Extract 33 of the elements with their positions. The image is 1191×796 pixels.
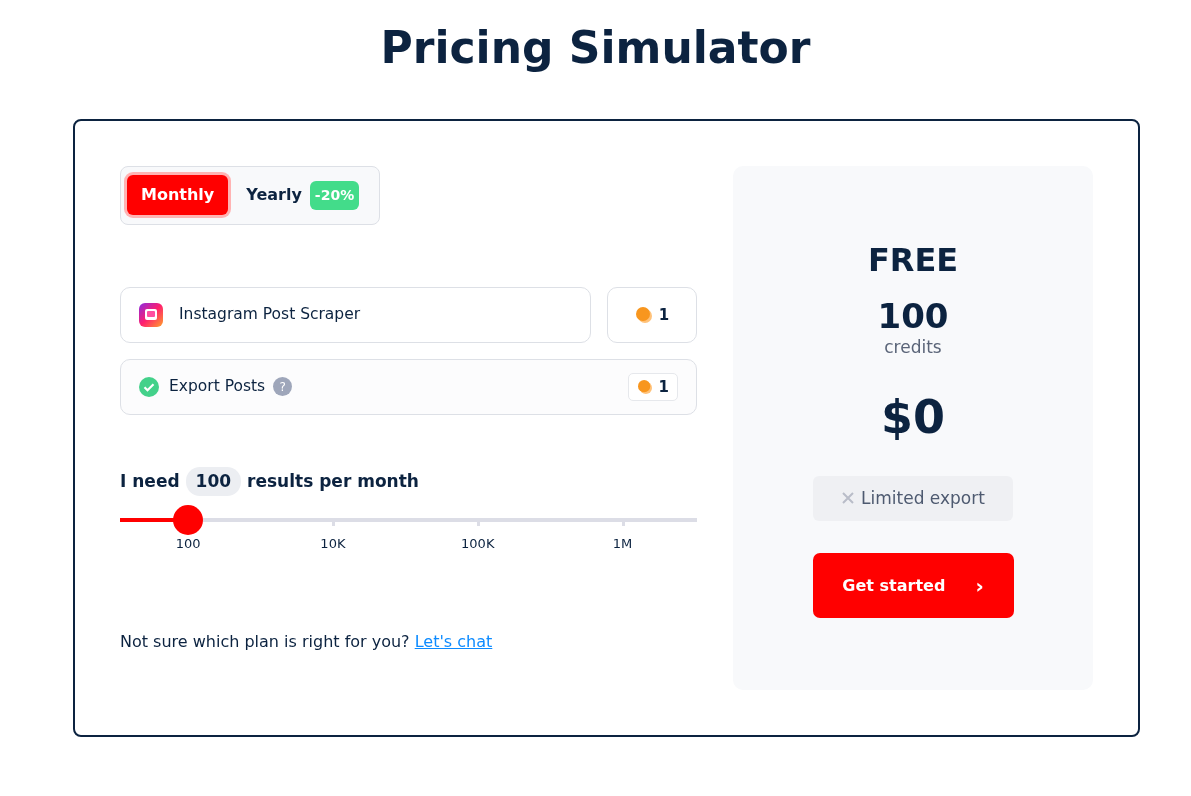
discount-badge: -20% <box>309 180 360 210</box>
help-text: Not sure which plan is right for you? Let's chat <box>120 631 493 651</box>
feature-row[interactable]: Export Posts ? 1 <box>120 358 697 415</box>
close-icon <box>841 491 856 506</box>
plan-price: $0 <box>881 388 945 446</box>
plan-credits: 100 <box>877 297 949 336</box>
coin-icon <box>634 306 653 323</box>
actor-field[interactable]: Instagram Post Scraper <box>120 286 591 343</box>
check-icon[interactable] <box>139 376 159 397</box>
tick-label: 100K <box>461 535 495 554</box>
billing-tab[interactable]: Yearly -20% <box>232 172 374 218</box>
feature-label: Export Posts <box>169 376 266 398</box>
cost-value: 1 <box>658 304 670 326</box>
chevron-icon: › <box>975 570 984 601</box>
volume-label: results per month <box>247 469 419 493</box>
limit-badge: Limited export <box>813 475 1013 522</box>
volume-label: I need <box>120 469 180 493</box>
feature-cost: 1 <box>627 372 678 402</box>
actor-name: Instagram Post Scraper <box>179 304 361 326</box>
chat-link[interactable]: Let's chat <box>414 631 493 651</box>
volume-value[interactable]: 100 <box>185 466 242 497</box>
slider-thumb[interactable] <box>173 505 204 536</box>
billing-tab[interactable]: Monthly <box>127 175 229 216</box>
coin-icon <box>636 379 653 394</box>
tick-label: 10K <box>320 535 346 554</box>
instagram-icon <box>139 302 163 327</box>
credits-label: credits <box>884 336 942 360</box>
page-title: Pricing Simulator <box>379 22 812 75</box>
get-started-button[interactable]: Get started › <box>812 553 1014 619</box>
tick-label: 1M <box>612 535 633 554</box>
plan-name: FREE <box>867 239 959 281</box>
tick-label: 100 <box>175 535 201 554</box>
volume-slider[interactable]: 100 10K 100K 1M <box>120 505 697 554</box>
